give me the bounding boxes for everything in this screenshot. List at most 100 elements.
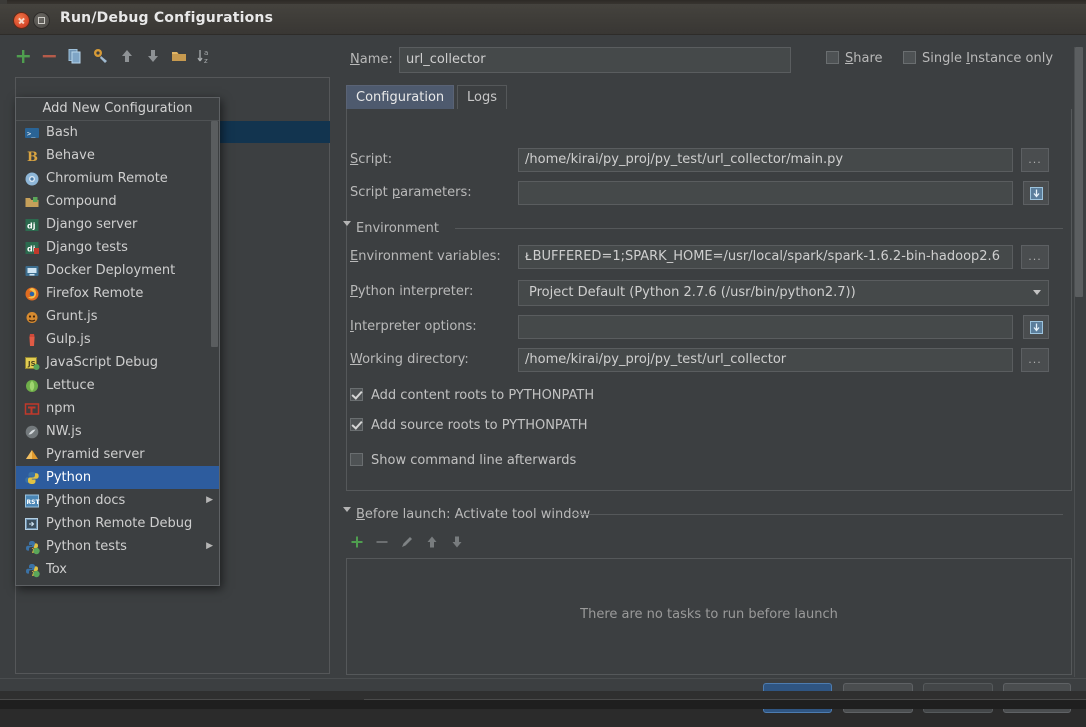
remove-configuration-icon[interactable] [40,47,58,65]
popup-item-npm[interactable]: npm [16,397,219,420]
edit-templates-icon[interactable] [92,47,110,65]
interpreter-options-input[interactable] [518,315,1013,339]
svg-text:dj: dj [27,221,36,230]
popup-item-firefox-remote[interactable]: Firefox Remote [16,282,219,305]
firefox-icon [24,286,41,302]
popup-item-label: Compound [46,194,117,209]
sort-alphabetically-icon[interactable]: az [196,47,214,65]
show-command-line-row[interactable]: Show command line afterwards [350,453,576,468]
move-up-icon[interactable] [118,47,136,65]
popup-item-label: Grunt.js [46,309,98,324]
popup-item-python[interactable]: Python [16,466,219,489]
svg-text:B: B [27,150,38,164]
add-configuration-icon[interactable] [14,47,32,65]
move-into-folder-icon[interactable] [170,47,188,65]
popup-item-pyramid-server[interactable]: Pyramid server [16,443,219,466]
popup-item-gulp-js[interactable]: Gulp.js [16,328,219,351]
popup-item-lettuce[interactable]: Lettuce [16,374,219,397]
working-directory-input[interactable]: /home/kirai/py_proj/py_test/url_collecto… [518,348,1013,372]
popup-item-grunt-js[interactable]: Grunt.js [16,305,219,328]
script-parameters-input[interactable] [518,181,1013,205]
submenu-arrow-icon[interactable]: ▶ [201,489,213,512]
before-launch-task-list[interactable]: There are no tasks to run before launch [346,558,1072,675]
lettuce-icon [24,378,41,394]
nwjs-icon [24,424,41,440]
popup-item-python-remote-debug[interactable]: Python Remote Debug [16,512,219,535]
environment-variables-input[interactable]: ᴌBUFFERED=1;SPARK_HOME=/usr/local/spark/… [518,245,1013,269]
popup-item-docker-deployment[interactable]: Docker Deployment [16,259,219,282]
dialog-body: az Add New Configuration >_ Bash B Behave Ch… [0,35,1086,713]
gulp-icon [24,332,41,348]
add-content-roots-label: Add content roots to PYTHONPATH [371,388,595,403]
submenu-arrow-icon[interactable]: ▶ [201,535,213,558]
tox-icon [24,562,41,578]
popup-item-python-docs[interactable]: RST Python docs ▶ [16,489,219,512]
popup-item-chromium-remote[interactable]: Chromium Remote [16,167,219,190]
add-content-roots-row[interactable]: Add content roots to PYTHONPATH [350,388,594,403]
remove-task-icon[interactable] [374,534,392,552]
editor-scrollbar-thumb[interactable] [1075,47,1083,297]
chevron-down-icon[interactable] [1033,290,1041,295]
popup-item-django-server[interactable]: dj Django server [16,213,219,236]
python-interpreter-select[interactable]: Project Default (Python 2.7.6 (/usr/bin/… [518,280,1049,306]
before-launch-toolbar [349,534,499,556]
before-launch-label: Before launch: Activate tool window [356,507,591,522]
close-icon[interactable] [13,12,30,29]
popup-item-label: NW.js [46,424,82,439]
maximize-icon[interactable] [33,12,50,29]
script-parameters-macro-button[interactable] [1023,181,1049,205]
popup-item-compound[interactable]: Compound [16,190,219,213]
single-instance-checkbox[interactable] [903,51,916,64]
move-down-icon[interactable] [144,47,162,65]
share-checkbox[interactable] [826,51,839,64]
move-task-down-icon[interactable] [449,534,467,552]
add-content-roots-checkbox[interactable] [350,388,363,401]
chevron-down-icon[interactable] [343,221,351,229]
popup-item-label: Python Remote Debug [46,516,193,531]
chevron-down-icon[interactable] [343,507,351,515]
popup-item-javascript-debug[interactable]: JS JavaScript Debug [16,351,219,374]
chromium-icon [24,171,41,187]
copy-configuration-icon[interactable] [66,47,84,65]
python-icon [24,470,41,486]
show-command-line-label: Show command line afterwards [371,453,577,468]
script-browse-button[interactable]: ... [1021,148,1049,172]
name-row: Name: url_collector Share Single Instanc… [341,47,1072,75]
popup-title: Add New Configuration [16,98,219,121]
script-row: Script: /home/kirai/py_proj/py_test/url_… [341,148,1067,174]
button-bar-divider [0,678,1086,679]
popup-item-django-tests[interactable]: di Django tests [16,236,219,259]
move-task-up-icon[interactable] [424,534,442,552]
working-directory-browse-button[interactable]: ... [1021,348,1049,372]
environment-variables-browse-button[interactable]: ... [1021,245,1049,269]
popup-item-label: Behave [46,148,95,163]
add-task-icon[interactable] [349,534,367,552]
single-instance-checkbox-row[interactable]: Single Instance only [903,51,1053,66]
show-command-line-checkbox[interactable] [350,453,363,466]
popup-item-python-tests[interactable]: Python tests ▶ [16,535,219,558]
add-source-roots-checkbox[interactable] [350,418,363,431]
share-checkbox-row[interactable]: Share [826,51,883,66]
tab-logs[interactable]: Logs [457,85,507,110]
working-directory-row: Working directory: /home/kirai/py_proj/p… [341,348,1067,374]
popup-item-label: Django tests [46,240,128,255]
svg-text:RST: RST [27,499,41,506]
script-input[interactable]: /home/kirai/py_proj/py_test/url_collecto… [518,148,1013,172]
before-launch-header[interactable]: Before launch: Activate tool window [343,507,1063,522]
add-new-configuration-popup[interactable]: Add New Configuration >_ Bash B Behave Chrom… [15,97,220,586]
javascript-debug-icon: JS [24,355,41,371]
environment-section-header[interactable]: Environment [343,221,1063,236]
name-label: Name: [350,52,393,67]
interpreter-options-macro-button[interactable] [1023,315,1049,339]
add-source-roots-row[interactable]: Add source roots to PYTHONPATH [350,418,588,433]
desktop-bottom-bar [0,700,1086,709]
tab-configuration[interactable]: Configuration [346,85,455,110]
working-directory-label: Working directory: [350,352,469,367]
popup-menu-list: >_ Bash B Behave Chromium Remote Compound dj Dj… [16,121,219,581]
popup-item-tox[interactable]: Tox [16,558,219,581]
popup-item-nw-js[interactable]: NW.js [16,420,219,443]
name-input[interactable]: url_collector [399,47,791,73]
popup-item-behave[interactable]: B Behave [16,144,219,167]
edit-task-icon[interactable] [399,534,417,552]
popup-item-bash[interactable]: >_ Bash [16,121,219,144]
